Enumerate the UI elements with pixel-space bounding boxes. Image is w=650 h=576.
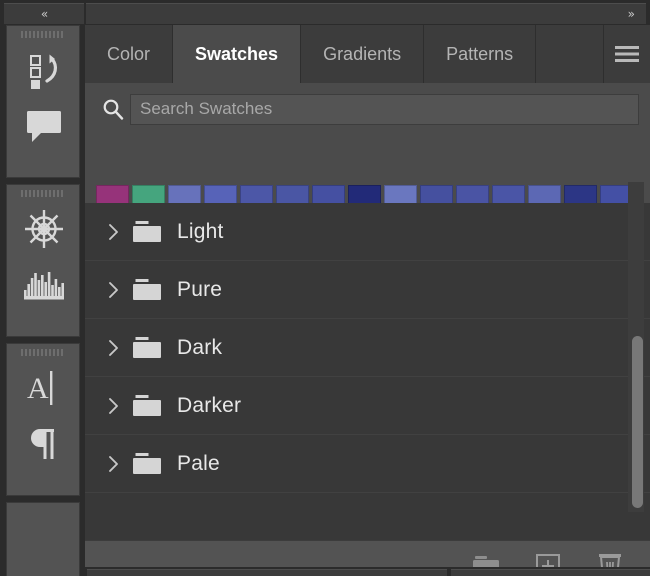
tab-gradients-label: Gradients [323,43,402,64]
rail-group-history-comments [6,25,80,178]
search-input-box[interactable] [130,93,639,125]
group-row-dark[interactable]: Dark [85,319,650,377]
svg-text:A: A [27,372,49,405]
group-row-pale[interactable]: Pale [85,435,650,493]
tab-color-label: Color [107,43,151,64]
chevron-right-glyph [109,339,118,356]
group-label: Pale [177,451,220,475]
chevron-double-left-icon: « [40,7,48,21]
window-top-bar: « » [0,0,650,25]
bottom-panel-left[interactable] [87,569,447,576]
grip-dots-icon [21,30,65,38]
swatches-panel-window: « » A Color Swatches Gradients Patterns … [0,0,650,576]
grip-dots-icon [21,189,65,197]
histogram-icon [24,272,64,300]
rail-button-paragraph[interactable] [7,416,81,472]
chevron-right-icon[interactable] [103,339,125,357]
tab-bar-filler [536,25,604,83]
character-icon: A [27,371,53,405]
folder-glyph [133,452,161,474]
tab-patterns-label: Patterns [446,43,514,64]
folder-glyph [133,394,161,416]
swatches-panel: Color Swatches Gradients Patterns Search… [85,25,650,576]
search-row [85,83,650,135]
grip-dots-icon [21,348,65,356]
tab-patterns[interactable]: Patterns [424,25,537,83]
tab-color[interactable]: Color [85,25,174,83]
group-row-darker[interactable]: Darker [85,377,650,435]
group-label: Darker [177,393,242,417]
rail-button-navigator[interactable] [7,201,81,257]
comments-icon [27,111,61,142]
recent-swatches-strip [85,135,650,218]
hamburger-menu-icon [615,46,639,62]
rail-button-history[interactable] [7,42,81,98]
chevron-right-glyph [109,281,118,298]
drag-grip[interactable] [7,26,79,42]
group-label: Pure [177,277,223,301]
chevron-right-icon[interactable] [103,397,125,415]
folder-glyph [133,336,161,358]
group-label: Light [177,219,224,243]
folder-icon [129,394,165,418]
group-row-empty [85,493,650,540]
collapse-left-button[interactable]: « [4,3,84,24]
rail-button-histogram[interactable] [7,257,81,313]
chevron-right-glyph [109,397,118,414]
history-icon [30,54,58,89]
folder-icon [129,278,165,302]
group-row-pure[interactable]: Pure [85,261,650,319]
drag-grip[interactable] [7,344,79,360]
chevron-right-icon[interactable] [103,455,125,473]
folder-icon [129,336,165,360]
folder-icon [129,220,165,244]
search-icon [103,99,124,120]
chevron-right-icon[interactable] [103,281,125,299]
panel-menu-button[interactable] [604,25,650,83]
drag-grip[interactable] [7,185,79,201]
rail-group-navigator-histogram [6,184,80,337]
scrollbar-thumb[interactable] [632,336,643,508]
rail-group-empty [6,502,80,576]
group-row-light[interactable]: Light [85,203,650,261]
tab-gradients[interactable]: Gradients [301,25,425,83]
bottom-panel-right[interactable] [451,569,650,576]
tab-swatches[interactable]: Swatches [173,25,302,83]
rail-button-character[interactable]: A [7,360,81,416]
collapse-right-button[interactable]: » [86,3,646,24]
chevron-right-icon[interactable] [103,223,125,241]
panel-tab-bar: Color Swatches Gradients Patterns [85,25,650,83]
chevron-right-glyph [109,455,118,472]
icon-rail: A [0,25,85,576]
rail-button-comments[interactable] [7,98,81,154]
tab-swatches-label: Swatches [195,43,279,64]
search-input[interactable] [140,99,638,119]
folder-glyph [133,220,161,242]
folder-icon [129,452,165,476]
swatch-groups-list: Light Pure Dark Darker Pale [85,203,650,540]
search-icon-wrap [96,92,130,126]
navigator-wheel-icon [25,210,63,248]
bottom-panel-sliver [85,567,650,576]
group-label: Dark [177,335,223,359]
folder-glyph [133,278,161,300]
chevron-right-glyph [109,223,118,240]
rail-group-type: A [6,343,80,496]
paragraph-icon [31,429,54,459]
chevron-double-right-icon: » [627,7,635,21]
